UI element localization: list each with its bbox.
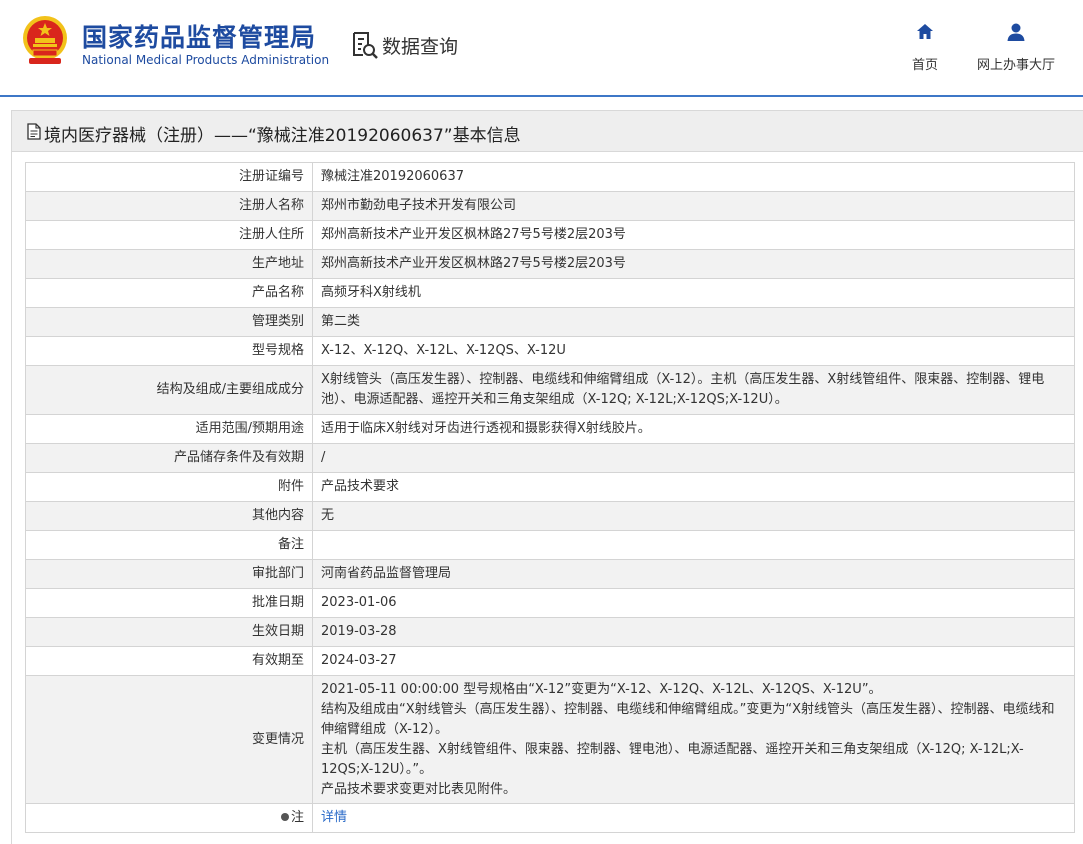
table-row: 型号规格 X-12、X-12Q、X-12L、X-12QS、X-12U [25,336,1075,366]
table-row: 变更情况 2021-05-11 00:00:00 型号规格由“X-12”变更为“… [25,675,1075,804]
table-row: 审批部门 河南省药品监督管理局 [25,559,1075,589]
row-label: 结构及组成/主要组成成分 [25,365,313,415]
row-label: 注 [25,803,313,833]
change-line: 主机（高压发生器、X射线管组件、限束器、控制器、锂电池）、电源适配器、遥控开关和… [321,741,1024,777]
row-label: 审批部门 [25,559,313,589]
row-value: X射线管头（高压发生器）、控制器、电缆线和伸缩臂组成（X-12）。主机（高压发生… [312,365,1075,415]
note-label: 注 [290,810,304,825]
data-query-label: 数据查询 [382,35,459,58]
table-row: 产品名称 高频牙科X射线机 [25,278,1075,308]
row-value: 2023-01-06 [312,588,1075,618]
header-divider [0,95,1083,97]
nav-home-button[interactable]: 首页 [906,22,944,73]
table-row: 批准日期 2023-01-06 [25,588,1075,618]
row-label: 备注 [25,530,313,560]
row-value: 产品技术要求 [312,472,1075,502]
row-label: 生效日期 [25,617,313,647]
table-row: 其他内容 无 [25,501,1075,531]
national-emblem-icon [23,16,67,64]
row-label: 注册证编号 [25,162,313,192]
row-label: 管理类别 [25,307,313,337]
org-name-cn: 国家药品监督管理局 [82,23,317,52]
change-history-value: 2021-05-11 00:00:00 型号规格由“X-12”变更为“X-12、… [312,675,1075,804]
row-value: 无 [312,501,1075,531]
row-value: 郑州高新技术产业开发区枫林路27号5号楼2层203号 [312,220,1075,250]
row-value: 适用于临床X射线对牙齿进行透视和摄影获得X射线胶片。 [312,414,1075,444]
row-label: 注册人住所 [25,220,313,250]
row-label: 生产地址 [25,249,313,279]
row-label: 型号规格 [25,336,313,366]
row-label: 有效期至 [25,646,313,676]
details-link[interactable]: 详情 [321,810,347,825]
row-value: X-12、X-12Q、X-12L、X-12QS、X-12U [312,336,1075,366]
change-line: 产品技术要求变更对比表见附件。 [321,781,517,797]
table-row: 产品储存条件及有效期 / [25,443,1075,473]
row-label: 适用范围/预期用途 [25,414,313,444]
table-row: 附件 产品技术要求 [25,472,1075,502]
row-label: 附件 [25,472,313,502]
table-row: 注 详情 [25,803,1075,833]
table-row: 注册人名称 郑州市勤劲电子技术开发有限公司 [25,191,1075,221]
row-value: 2024-03-27 [312,646,1075,676]
row-label: 产品储存条件及有效期 [25,443,313,473]
table-row: 适用范围/预期用途 适用于临床X射线对牙齿进行透视和摄影获得X射线胶片。 [25,414,1075,444]
table-row: 注册证编号 豫械注准20192060637 [25,162,1075,192]
note-bullet-icon [280,813,289,821]
row-label: 变更情况 [25,675,313,804]
home-icon [917,24,933,39]
device-info-table: 注册证编号 豫械注准20192060637 注册人名称 郑州市勤劲电子技术开发有… [25,162,1075,833]
row-value: 郑州高新技术产业开发区枫林路27号5号楼2层203号 [312,249,1075,279]
table-row: 结构及组成/主要组成成分 X射线管头（高压发生器）、控制器、电缆线和伸缩臂组成（… [25,365,1075,415]
page-title: 境内医疗器械（注册）——“豫械注准20192060637”基本信息 [44,126,521,146]
table-row: 有效期至 2024-03-27 [25,646,1075,676]
row-value: 详情 [312,803,1075,833]
row-label: 其他内容 [25,501,313,531]
document-icon [27,123,41,140]
row-value: / [312,443,1075,473]
document-search-icon [353,32,378,59]
row-value: 豫械注准20192060637 [312,162,1075,192]
org-name-en: National Medical Products Administration [82,53,330,67]
row-value: 第二类 [312,307,1075,337]
change-line: 2021-05-11 00:00:00 型号规格由“X-12”变更为“X-12、… [321,681,882,697]
row-label: 注册人名称 [25,191,313,221]
row-value: 河南省药品监督管理局 [312,559,1075,589]
site-header: 国家药品监督管理局 National Medical Products Admi… [0,0,1083,95]
nav-online-hall-button[interactable]: 网上办事大厅 [972,22,1060,73]
row-value: 郑州市勤劲电子技术开发有限公司 [312,191,1075,221]
nav-home-label: 首页 [911,58,938,73]
table-row: 生效日期 2019-03-28 [25,617,1075,647]
table-row: 注册人住所 郑州高新技术产业开发区枫林路27号5号楼2层203号 [25,220,1075,250]
page-title-bar: 境内医疗器械（注册）——“豫械注准20192060637”基本信息 [11,110,1083,152]
table-row: 生产地址 郑州高新技术产业开发区枫林路27号5号楼2层203号 [25,249,1075,279]
user-icon [1007,23,1025,41]
row-value: 2019-03-28 [312,617,1075,647]
row-value [312,530,1075,560]
row-label: 产品名称 [25,278,313,308]
row-value: 高频牙科X射线机 [312,278,1075,308]
nav-online-hall-label: 网上办事大厅 [976,58,1055,73]
table-row: 备注 [25,530,1075,560]
row-label: 批准日期 [25,588,313,618]
table-row: 管理类别 第二类 [25,307,1075,337]
data-query-link[interactable]: 数据查询 [350,30,458,60]
change-line: 结构及组成由“X射线管头（高压发生器）、控制器、电缆线和伸缩臂组成。”变更为“X… [321,701,1055,737]
